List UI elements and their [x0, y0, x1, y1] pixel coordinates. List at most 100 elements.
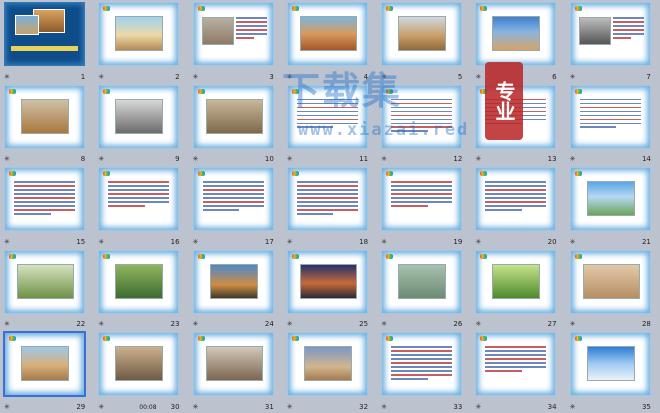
- slide-cell: ✳ 14: [566, 83, 660, 166]
- slide-thumbnail[interactable]: [5, 333, 84, 396]
- slide-thumbnail[interactable]: [99, 3, 179, 65]
- slide-cell: ✳ 32: [283, 330, 377, 413]
- transition-icon[interactable]: ✳: [98, 320, 104, 328]
- transition-icon[interactable]: ✳: [381, 320, 387, 328]
- slide-thumbnail[interactable]: [382, 333, 462, 396]
- slide-cell: ✳ 00:08 30: [94, 330, 188, 413]
- text-line: [485, 201, 547, 203]
- transition-icon[interactable]: ✳: [475, 403, 481, 411]
- text-line: [485, 209, 522, 211]
- transition-icon[interactable]: ✳: [570, 73, 576, 81]
- slide-thumbnail[interactable]: [99, 250, 179, 313]
- logo-icon: [574, 171, 582, 177]
- transition-icon[interactable]: ✳: [193, 403, 199, 411]
- logo-icon: [291, 253, 299, 259]
- transition-icon[interactable]: ✳: [287, 320, 293, 328]
- text-line: [612, 17, 644, 19]
- transition-icon[interactable]: ✳: [287, 403, 293, 411]
- slide-thumbnail[interactable]: [570, 168, 650, 231]
- transition-icon[interactable]: ✳: [381, 403, 387, 411]
- transition-icon[interactable]: ✳: [98, 73, 104, 81]
- slide-thumbnail[interactable]: [99, 168, 179, 231]
- slide-thumbnail[interactable]: [476, 250, 556, 313]
- text-line: [202, 189, 264, 191]
- text-line: [235, 28, 267, 31]
- transition-icon[interactable]: ✳: [193, 73, 199, 81]
- transition-icon[interactable]: ✳: [98, 238, 104, 246]
- slide-thumbnail[interactable]: [5, 3, 84, 65]
- text-line: [485, 181, 547, 183]
- slide-picture: [115, 16, 164, 51]
- slide-cell: ✳ 10: [189, 83, 283, 166]
- slide-thumbnail[interactable]: [5, 85, 84, 148]
- slide-picture: [17, 263, 74, 299]
- text-line: [485, 189, 547, 191]
- slide-thumbnail[interactable]: [570, 3, 650, 65]
- transition-icon[interactable]: ✳: [4, 155, 10, 163]
- text-line: [485, 366, 547, 368]
- slide-cell: ✳ 34: [471, 330, 565, 413]
- slide-picture: [205, 98, 263, 134]
- transition-icon[interactable]: ✳: [570, 238, 576, 246]
- transition-icon[interactable]: ✳: [381, 238, 387, 246]
- transition-icon[interactable]: ✳: [98, 155, 104, 163]
- slide-thumbnail[interactable]: [476, 168, 556, 231]
- slide-picture: [586, 181, 635, 217]
- logo-icon: [197, 336, 205, 342]
- slide-thumbnail[interactable]: [570, 85, 650, 148]
- transition-icon[interactable]: ✳: [193, 320, 199, 328]
- text-line: [108, 193, 170, 195]
- transition-icon[interactable]: ✳: [570, 320, 576, 328]
- slide-thumbnail[interactable]: [99, 85, 179, 148]
- transition-icon[interactable]: ✳: [98, 403, 104, 411]
- slide-text-block: [202, 181, 264, 213]
- text-line: [579, 122, 641, 125]
- slide-thumbnail[interactable]: [382, 250, 462, 313]
- slide-thumbnail[interactable]: [193, 168, 273, 231]
- transition-icon[interactable]: ✳: [475, 238, 481, 246]
- transition-icon[interactable]: ✳: [570, 403, 576, 411]
- text-line: [485, 197, 547, 199]
- text-line: [612, 24, 644, 27]
- slide-thumbnail[interactable]: [193, 3, 273, 65]
- logo-icon: [480, 336, 488, 342]
- slide-thumbnail[interactable]: [193, 85, 273, 148]
- slide-number: 13: [547, 155, 557, 164]
- slide-thumbnail[interactable]: [287, 333, 367, 396]
- text-line: [612, 20, 644, 23]
- slide-thumbnail[interactable]: [476, 333, 556, 396]
- transition-icon[interactable]: ✳: [193, 155, 199, 163]
- transition-icon[interactable]: ✳: [287, 238, 293, 246]
- text-line: [202, 205, 264, 207]
- slide-thumbnail[interactable]: [287, 250, 367, 313]
- slide-thumbnail[interactable]: [99, 333, 179, 396]
- slide-number: 21: [641, 237, 651, 246]
- transition-icon[interactable]: ✳: [4, 238, 10, 246]
- slide-thumbnail[interactable]: [382, 3, 462, 65]
- text-line: [296, 205, 358, 207]
- transition-icon[interactable]: ✳: [475, 320, 481, 328]
- text-line: [579, 114, 641, 117]
- transition-icon[interactable]: ✳: [4, 73, 10, 81]
- slide-thumbnail[interactable]: [287, 168, 367, 231]
- transition-icon[interactable]: ✳: [4, 403, 10, 411]
- slide-thumbnail[interactable]: [570, 333, 650, 396]
- transition-icon[interactable]: ✳: [4, 320, 10, 328]
- transition-icon[interactable]: ✳: [570, 155, 576, 163]
- transition-icon[interactable]: ✳: [193, 238, 199, 246]
- slide-thumbnail[interactable]: [287, 3, 367, 65]
- slide-number: 25: [359, 320, 369, 329]
- slide-thumbnail[interactable]: [193, 333, 273, 396]
- text-line: [485, 350, 547, 352]
- slide-thumbnail[interactable]: [476, 3, 556, 65]
- text-line: [391, 362, 453, 364]
- slide-thumbnail[interactable]: [193, 250, 273, 313]
- slide-number: 29: [76, 402, 86, 411]
- slide-thumbnail[interactable]: [5, 250, 84, 313]
- text-line: [296, 209, 358, 211]
- slide-thumbnail[interactable]: [382, 168, 462, 231]
- text-line: [391, 358, 453, 360]
- slide-thumbnail[interactable]: [5, 168, 84, 231]
- text-line: [391, 185, 453, 187]
- slide-thumbnail[interactable]: [570, 250, 650, 313]
